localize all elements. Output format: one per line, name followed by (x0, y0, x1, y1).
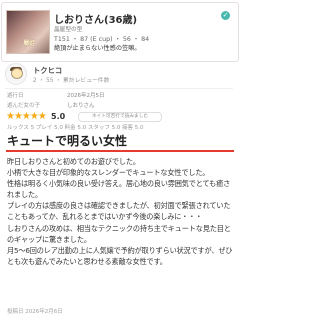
rating-subscores: ルックス 5 プレイ 5.0 料金 5.0 スタッフ 5.0 接客 5.0 (7, 125, 144, 131)
profile-catchphrase: 絶頂が止まらない性感の笠嘛。 (54, 45, 141, 52)
useful-button[interactable]: ネイト可否行で読みました (78, 112, 162, 122)
visit-date-value: 2026年2月5日 (67, 93, 105, 99)
reviewer-info[interactable]: トクヒコ 2 ・ 55 ・ 累計レビュー件数 (5, 63, 233, 87)
review-body: 昨日しおりさんと初めてのお遊びでした。 小柄で大きな目が印象的なスレンダーでキュ… (7, 156, 233, 301)
profile-shop: 晶屋型の型 (54, 27, 83, 33)
review-paragraph: プレイの方は感度の良さは確認できましたが、初対面で緊張されていたこともあってか、… (7, 201, 231, 222)
visit-date-label: 遊行日 (7, 93, 24, 99)
rating-stars: ★★★★★ (6, 111, 47, 122)
review-paragraph: しおりさんの攻めは、相当なテクニックの持ち主でキュートな見た目とのギャップに驚き… (7, 223, 231, 244)
lady-label: 遊んだ女の子 (7, 103, 41, 109)
visit-date-row: 遊行日 2026年2月5日 (7, 91, 233, 101)
posted-date: 投稿日 2026年2月6日 (7, 309, 63, 315)
profile-photo[interactable]: 麗姫 (6, 10, 50, 54)
review-paragraph: 昨日しおりさんと初めてのお遊びでした。 (7, 157, 140, 166)
rating-row: ★★★★★ 5.0 ネイト可否行で読みました (6, 111, 234, 123)
avatar (5, 63, 27, 85)
profile-stats: T151 ・ 87 (E cup) ・ 56 ・ 84 (54, 36, 150, 43)
review-title: キュートで明るい女性 (7, 134, 128, 148)
review-paragraph: 月5～6回のレア出勤の上に人気嬢で予約が取りずらい状況ですが、ぜひとも次も遊んで… (7, 245, 233, 266)
rating-score: 5.0 (51, 112, 66, 121)
reviewer-meta: 2 ・ 55 ・ 累計レビュー件数 (33, 78, 110, 84)
lady-value: しおりさん (67, 103, 95, 109)
review-paragraph: 小柄で大きな目が印象的なスレンダーでキュートな女性でした。 (7, 168, 210, 178)
lady-row: 遊んだ女の子 しおりさん (7, 101, 233, 111)
divider (5, 88, 233, 89)
profile-card[interactable]: 麗姫 しおりさん(36歳) ✓ 晶屋型の型 T151 ・ 87 (E cup) … (1, 2, 239, 62)
check-icon: ✓ (221, 11, 230, 20)
title-underline (6, 150, 234, 152)
review-paragraph: 性格は明るく小気味の良い受け答え。居心地の良い雰囲気でとても癒されました。 (7, 179, 231, 200)
profile-photo-caption: 麗姫 (23, 40, 35, 47)
